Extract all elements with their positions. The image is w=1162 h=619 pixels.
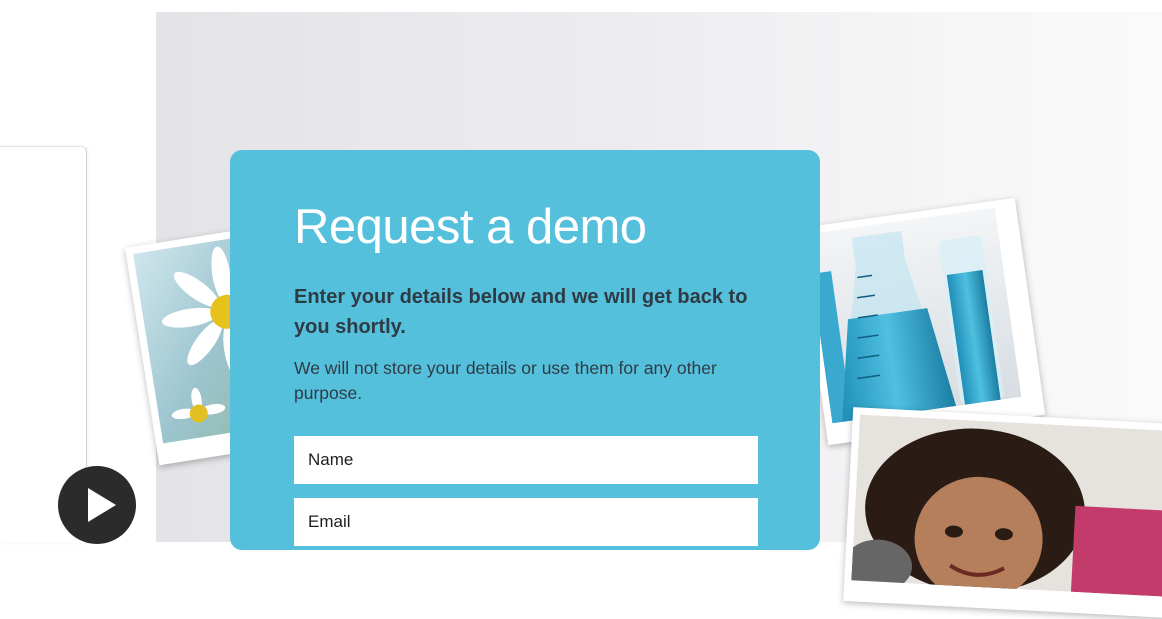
play-icon bbox=[88, 488, 116, 522]
request-demo-form: Request a demo Enter your details below … bbox=[230, 150, 820, 550]
email-input[interactable] bbox=[294, 498, 758, 546]
smiling-girl-photo bbox=[843, 407, 1162, 619]
privacy-note: We will not store your details or use th… bbox=[294, 358, 717, 403]
form-title: Request a demo bbox=[294, 200, 647, 254]
play-video-button[interactable] bbox=[58, 466, 136, 544]
form-subtitle: Enter your details below and we will get… bbox=[294, 286, 748, 338]
name-input[interactable] bbox=[294, 436, 758, 484]
lab-beaker-photo bbox=[797, 197, 1046, 446]
